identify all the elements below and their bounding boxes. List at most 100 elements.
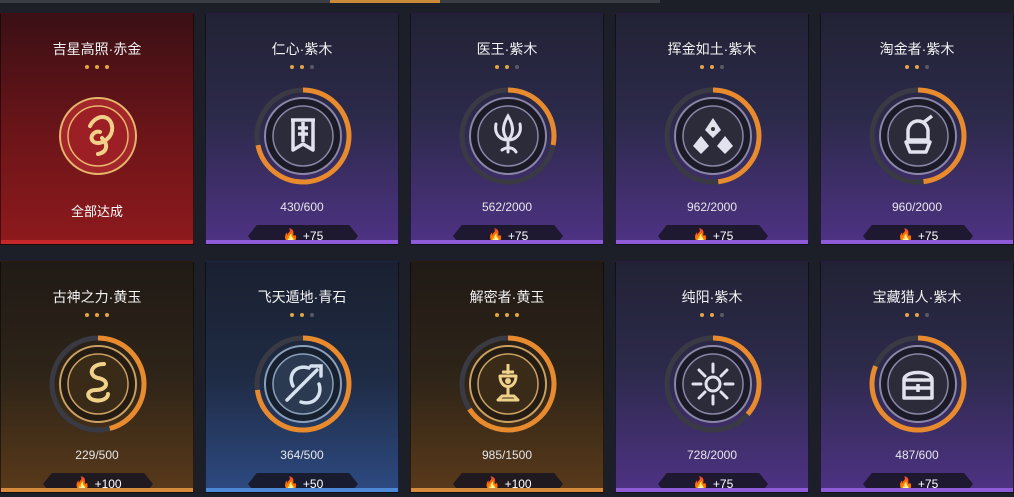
achievement-title: 飞天遁地·青石: [257, 289, 347, 305]
completion-status: 全部达成: [70, 204, 123, 219]
star-rating: [821, 65, 1013, 69]
star-rating: [1, 313, 193, 317]
achievement-card[interactable]: 纯阳·紫木 728/2000 🔥 +75: [615, 261, 809, 493]
achievement-title: 医王·紫木: [476, 41, 538, 57]
achievement-title: 古神之力·黄玉: [52, 289, 142, 305]
treasure-chest-icon: [868, 334, 968, 434]
star-dot-icon: [105, 65, 109, 69]
flame-icon: 🔥: [487, 228, 504, 243]
achievement-card[interactable]: 挥金如土·紫木 962/2000 🔥 +75: [615, 13, 809, 245]
achievement-title: 挥金如土·紫木: [667, 41, 757, 57]
reward-value: +75: [712, 229, 734, 243]
flame-icon: 🔥: [897, 476, 914, 491]
achievement-card[interactable]: 解密者·黄玉 985/1500 🔥 +100: [410, 261, 604, 493]
star-dot-icon: [495, 65, 499, 69]
star-dot-icon: [85, 65, 89, 69]
flame-icon: 🔥: [692, 228, 709, 243]
star-dot-icon: [495, 313, 499, 317]
star-rating: [411, 65, 603, 69]
star-dot-icon: [95, 65, 99, 69]
star-dot-icon: [710, 313, 714, 317]
reward-badge: 🔥 +75: [863, 225, 973, 244]
reward-badge: 🔥 +75: [658, 225, 768, 244]
star-dot-icon: [300, 313, 304, 317]
star-rating: [411, 313, 603, 317]
star-dot-icon: [700, 313, 704, 317]
trophy-icon: [458, 334, 558, 434]
achievement-card[interactable]: 医王·紫木 562/2000 🔥 +75: [410, 13, 604, 245]
star-dot-icon: [905, 65, 909, 69]
star-rating: [616, 313, 808, 317]
achievement-card[interactable]: 飞天遁地·青石 364/500 🔥 +50: [205, 261, 399, 493]
progress-text: 487/600: [895, 448, 939, 462]
achievement-title: 淘金者·紫木: [879, 41, 955, 57]
coins-icon: [663, 86, 763, 186]
reward-value: +75: [917, 229, 939, 243]
achievement-title: 宝藏猎人·紫木: [872, 289, 962, 305]
progress-text: 430/600: [280, 200, 324, 214]
star-dot-icon: [85, 313, 89, 317]
reward-badge: 🔥 +100: [453, 473, 563, 492]
star-dot-icon: [710, 65, 714, 69]
star-dot-icon: [515, 65, 519, 69]
star-dot-icon: [515, 313, 519, 317]
star-dot-icon: [505, 313, 509, 317]
reward-value: +100: [94, 477, 122, 491]
achievement-card[interactable]: 淘金者·紫木 960/2000 🔥 +75: [820, 13, 1014, 245]
star-rating: [616, 65, 808, 69]
star-dot-icon: [905, 313, 909, 317]
progress-text: 364/500: [280, 448, 324, 462]
reward-badge: 🔥 +100: [43, 473, 153, 492]
star-rating: [1, 65, 193, 69]
reward-value: +75: [712, 477, 734, 491]
reward-badge: 🔥 +75: [453, 225, 563, 244]
star-dot-icon: [700, 65, 704, 69]
achievement-title: 纯阳·紫木: [681, 289, 743, 305]
reward-value: +50: [302, 477, 324, 491]
star-dot-icon: [915, 313, 919, 317]
progress-text: 229/500: [75, 448, 119, 462]
top-progress-indicator: [330, 0, 440, 3]
star-dot-icon: [95, 313, 99, 317]
star-dot-icon: [915, 65, 919, 69]
star-dot-icon: [290, 65, 294, 69]
reward-value: +75: [302, 229, 324, 243]
reward-value: +100: [504, 477, 532, 491]
star-dot-icon: [105, 313, 109, 317]
serpent-icon: [48, 334, 148, 434]
sun-icon: [663, 334, 763, 434]
reward-badge: 🔥 +75: [863, 473, 973, 492]
flame-icon: 🔥: [897, 228, 914, 243]
lotus-icon: [458, 86, 558, 186]
star-dot-icon: [290, 313, 294, 317]
flame-icon: 🔥: [282, 228, 299, 243]
achievement-title: 吉星高照·赤金: [52, 41, 142, 57]
flame-icon: 🔥: [484, 476, 501, 491]
top-progress-bar: [0, 0, 660, 3]
flame-icon: 🔥: [692, 476, 709, 491]
achievement-card[interactable]: 吉星高照·赤金 全部达成: [0, 13, 194, 245]
reward-value: +75: [917, 477, 939, 491]
star-dot-icon: [300, 65, 304, 69]
achievement-card[interactable]: 古神之力·黄玉 229/500 🔥 +100: [0, 261, 194, 493]
reward-badge: 🔥 +75: [248, 225, 358, 244]
star-dot-icon: [505, 65, 509, 69]
progress-text: 962/2000: [686, 200, 738, 214]
banner-icon: [253, 86, 353, 186]
star-rating: [206, 313, 398, 317]
star-dot-icon: [310, 65, 314, 69]
progress-text: 985/1500: [481, 448, 533, 462]
achievement-card[interactable]: 仁心·紫木 430/600 🔥 +75: [205, 13, 399, 245]
star-dot-icon: [925, 313, 929, 317]
star-rating: [821, 313, 1013, 317]
progress-text: 562/2000: [481, 200, 533, 214]
reward-value: +75: [507, 229, 529, 243]
star-dot-icon: [310, 313, 314, 317]
achievement-title: 解密者·黄玉: [469, 289, 545, 305]
progress-text: 728/2000: [686, 448, 738, 462]
achievement-title: 仁心·紫木: [271, 41, 333, 57]
treasure-hunter-icon: [868, 86, 968, 186]
star-dot-icon: [720, 65, 724, 69]
star-dot-icon: [720, 313, 724, 317]
achievement-card[interactable]: 宝藏猎人·紫木 487/600 🔥 +75: [820, 261, 1014, 493]
